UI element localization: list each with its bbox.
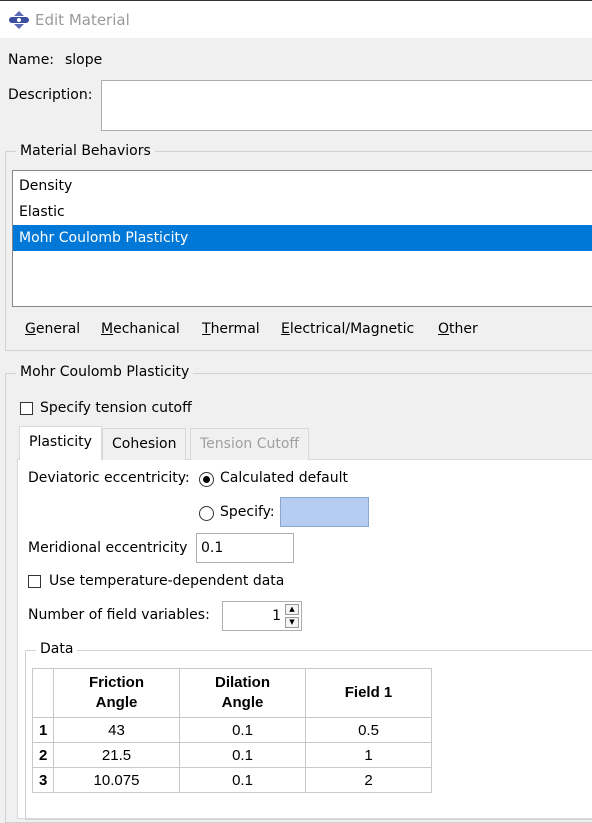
- spin-down-icon[interactable]: ▼: [285, 617, 299, 628]
- menu-electrical-magnetic[interactable]: Electrical/Magnetic: [281, 321, 414, 337]
- behaviors-list[interactable]: Density Elastic Mohr Coulomb Plasticity: [12, 170, 592, 307]
- column-header-dilation-angle[interactable]: Dilation Angle: [179, 668, 306, 718]
- column-header-friction-angle[interactable]: Friction Angle: [53, 668, 180, 718]
- spin-up-icon[interactable]: ▲: [285, 604, 299, 615]
- cell-friction-angle[interactable]: 21.5: [53, 742, 180, 768]
- row-number: 3: [32, 767, 54, 793]
- menu-mechanical-label: echanical: [113, 321, 180, 337]
- menu-mechanical-accel: M: [101, 321, 114, 337]
- data-title: Data: [36, 641, 78, 657]
- menu-electrical-label: lectrical/Magnetic: [289, 321, 415, 337]
- menu-other[interactable]: Other: [438, 321, 478, 337]
- radio-specify[interactable]: [199, 506, 214, 521]
- name-label: Name:: [8, 52, 55, 68]
- behavior-item-density[interactable]: Density: [13, 173, 592, 199]
- row-number: 1: [32, 717, 54, 743]
- menu-general[interactable]: General: [25, 321, 80, 337]
- mohr-coulomb-title: Mohr Coulomb Plasticity: [16, 364, 194, 380]
- menu-other-label: ther: [449, 321, 478, 337]
- friction-header-line2: Angle: [95, 694, 138, 711]
- menu-mechanical[interactable]: Mechanical: [101, 321, 180, 337]
- field-vars-label: Number of field variables:: [28, 607, 210, 623]
- column-header-field-1[interactable]: Field 1: [305, 668, 432, 718]
- tension-cutoff-label: Specify tension cutoff: [40, 400, 192, 416]
- cell-dilation-angle[interactable]: 0.1: [179, 717, 306, 743]
- table-row[interactable]: 3 10.075 0.1 2: [32, 767, 432, 793]
- deviatoric-label: Deviatoric eccentricity:: [28, 470, 190, 486]
- field1-header: Field 1: [344, 684, 393, 701]
- meridional-input[interactable]: 0.1: [196, 533, 294, 563]
- cell-friction-angle[interactable]: 10.075: [53, 767, 180, 793]
- menu-other-accel: O: [438, 321, 450, 337]
- temp-dependent-label: Use temperature-dependent data: [49, 573, 285, 589]
- menu-electrical-accel: E: [281, 321, 290, 337]
- tab-cohesion[interactable]: Cohesion: [102, 428, 187, 460]
- cell-dilation-angle[interactable]: 0.1: [179, 742, 306, 768]
- description-field[interactable]: [101, 80, 592, 131]
- corner-header: [32, 668, 54, 718]
- friction-header-line1: Friction: [89, 674, 144, 691]
- tension-cutoff-checkbox[interactable]: [20, 402, 33, 415]
- dilation-header-line1: Dilation: [215, 674, 270, 691]
- title-bar: Edit Material: [0, 0, 592, 38]
- field-vars-spinner[interactable]: 1 ▲ ▼: [222, 601, 302, 631]
- menu-thermal-accel: T: [202, 321, 211, 337]
- menu-general-label: eneral: [35, 321, 81, 337]
- table-row[interactable]: 2 21.5 0.1 1: [32, 742, 432, 768]
- name-value: slope: [65, 52, 103, 68]
- menu-thermal[interactable]: Thermal: [202, 321, 260, 337]
- table-row[interactable]: 1 43 0.1 0.5: [32, 717, 432, 743]
- material-behaviors-title: Material Behaviors: [16, 143, 155, 159]
- row-number: 2: [32, 742, 54, 768]
- tab-plasticity[interactable]: Plasticity: [19, 426, 102, 460]
- specify-label: Specify:: [220, 504, 275, 520]
- meridional-label: Meridional eccentricity: [28, 540, 188, 556]
- calculated-default-label: Calculated default: [220, 470, 348, 486]
- radio-calculated-default[interactable]: [199, 472, 214, 487]
- behavior-item-elastic[interactable]: Elastic: [13, 199, 592, 225]
- cell-dilation-angle[interactable]: 0.1: [179, 767, 306, 793]
- specify-value-field: [280, 497, 369, 527]
- description-label: Description:: [8, 87, 93, 103]
- tab-tension-cutoff: Tension Cutoff: [190, 428, 310, 460]
- cell-field-1[interactable]: 0.5: [305, 717, 432, 743]
- field-vars-value: 1: [272, 608, 281, 624]
- abaqus-app-icon: [9, 11, 29, 29]
- menu-thermal-label: hermal: [210, 321, 260, 337]
- behavior-item-mohr-coulomb[interactable]: Mohr Coulomb Plasticity: [13, 225, 592, 251]
- temp-dependent-checkbox[interactable]: [28, 575, 41, 588]
- data-table[interactable]: Friction Angle Dilation Angle Field 1 1 43…: [32, 668, 432, 793]
- menu-general-accel: G: [25, 321, 36, 337]
- dilation-header-line2: Angle: [221, 694, 264, 711]
- window-title: Edit Material: [35, 11, 130, 29]
- cell-friction-angle[interactable]: 43: [53, 717, 180, 743]
- cell-field-1[interactable]: 2: [305, 767, 432, 793]
- cell-field-1[interactable]: 1: [305, 742, 432, 768]
